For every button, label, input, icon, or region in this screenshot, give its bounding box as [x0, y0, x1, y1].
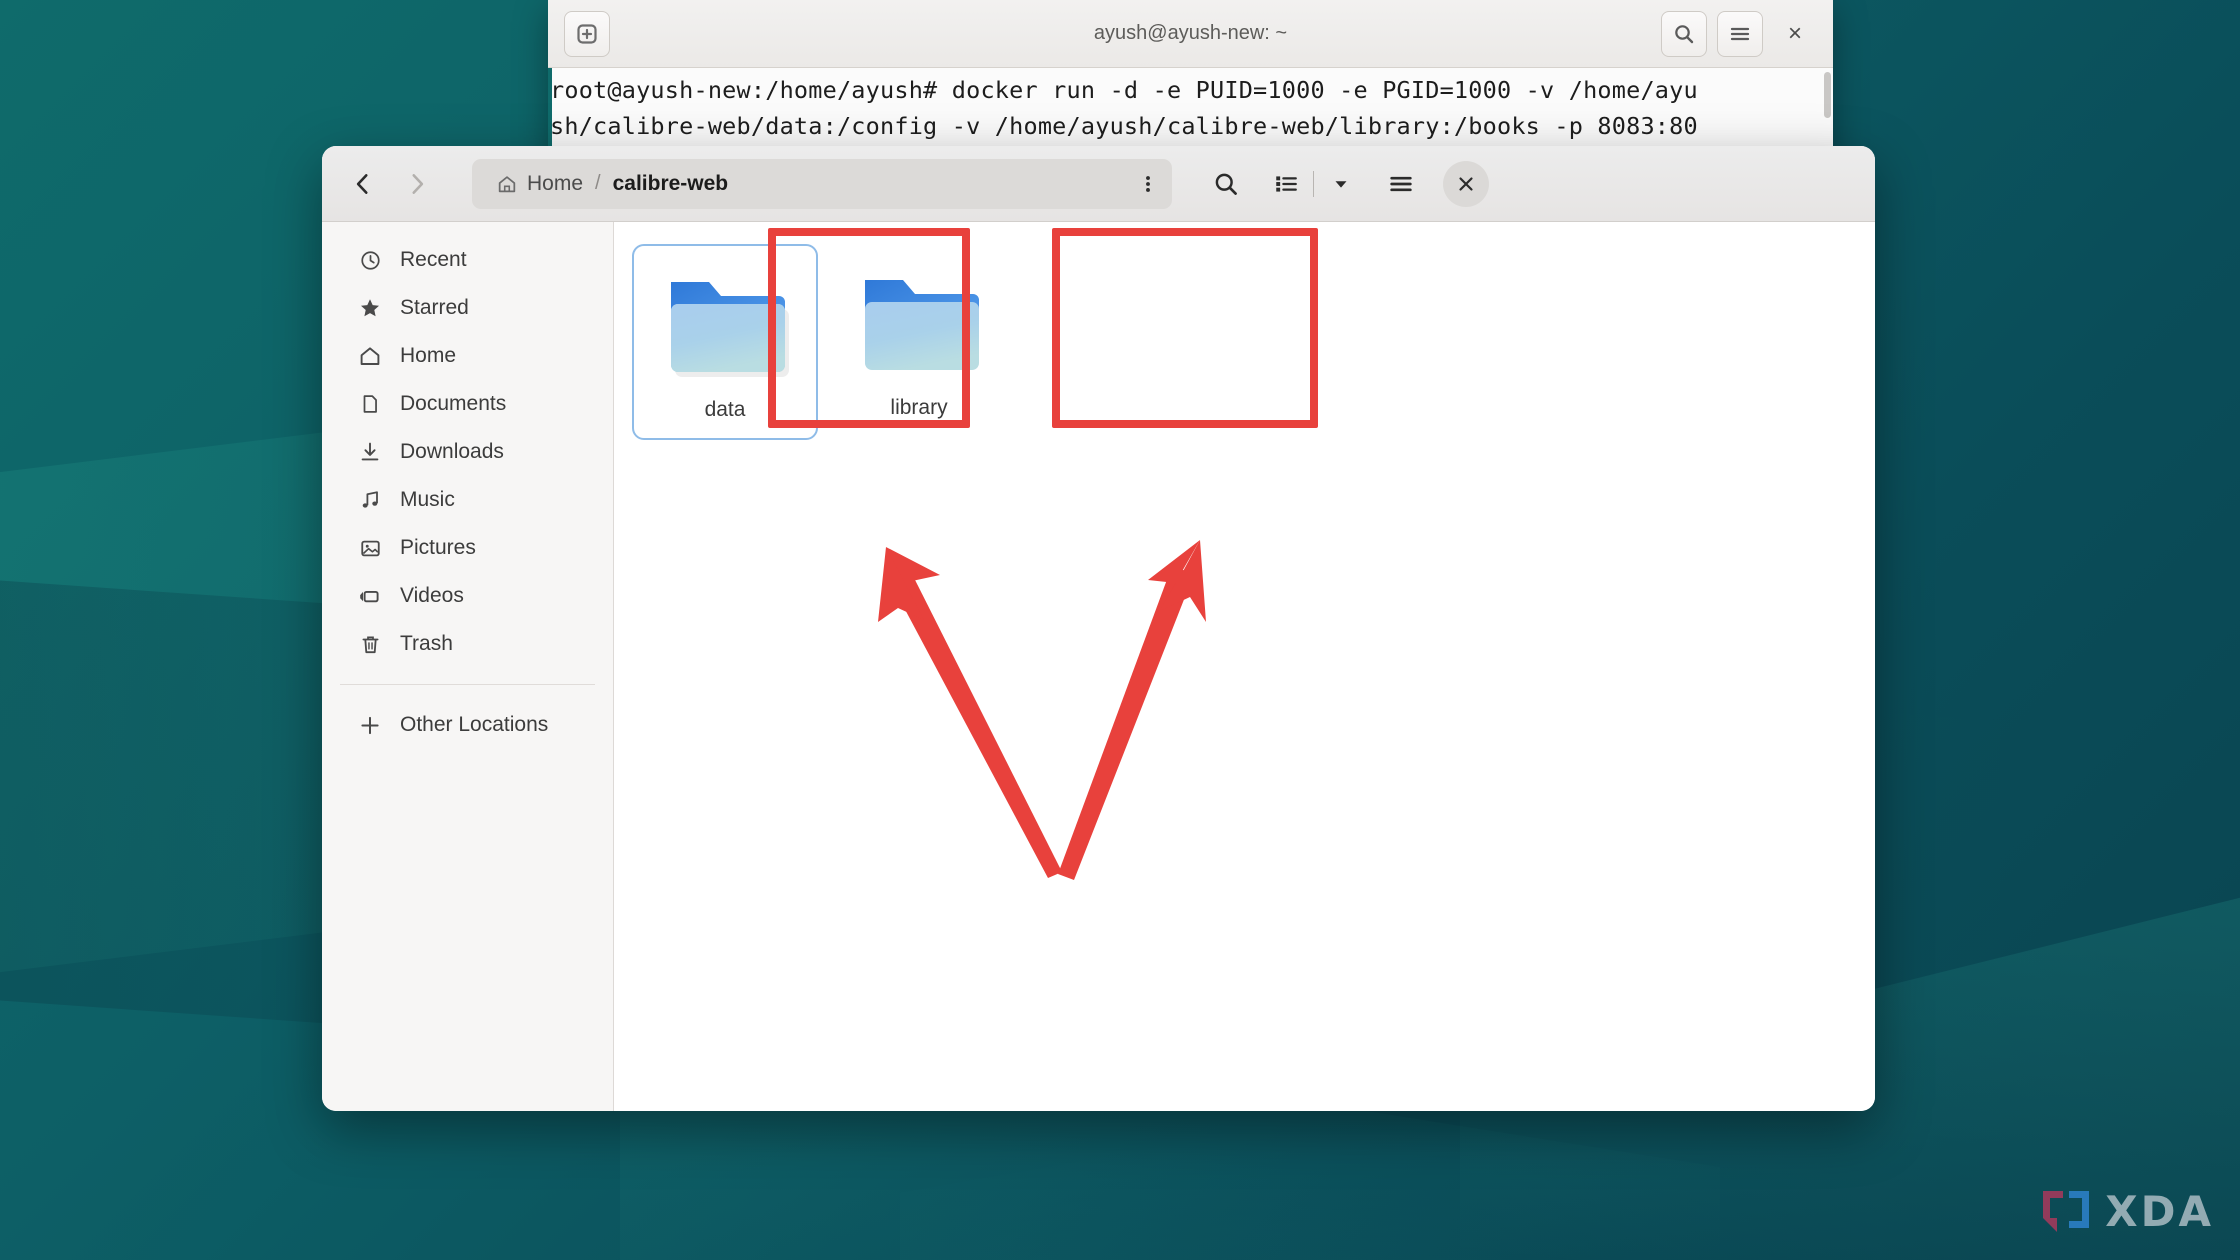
sidebar-item-home[interactable]: Home [332, 332, 603, 380]
search-icon [1215, 173, 1237, 195]
sidebar-item-label: Trash [400, 632, 453, 655]
close-window-button[interactable] [1443, 160, 1489, 207]
toolbar-divider [1313, 170, 1314, 197]
vertical-dots-icon [1146, 175, 1150, 192]
music-note-icon [358, 488, 382, 512]
sidebar-item-label: Music [400, 488, 455, 511]
file-list-pane[interactable]: data library [614, 222, 1875, 1111]
chevron-down-icon [1335, 180, 1347, 188]
new-tab-button[interactable] [564, 10, 610, 57]
breadcrumb-home-label: Home [527, 171, 584, 195]
sidebar-item-label: Documents [400, 392, 507, 415]
sidebar: Recent Starred Home Documents Downloads … [322, 222, 614, 1111]
back-button[interactable] [340, 161, 386, 207]
terminal-line: root@ayush-new:/home/ayush# docker run -… [550, 76, 1698, 104]
plus-in-square-icon [577, 23, 597, 44]
forward-button[interactable] [394, 161, 440, 207]
home-icon [498, 175, 516, 192]
terminal-titlebar[interactable]: ayush@ayush-new: ~ × [548, 0, 1833, 68]
xda-watermark: XDA [2039, 1187, 2214, 1236]
close-icon [1459, 176, 1473, 191]
sidebar-item-music[interactable]: Music [332, 476, 603, 524]
terminal-line: sh/calibre-web/data:/config -v /home/ayu… [550, 112, 1698, 140]
terminal-close-button[interactable]: × [1773, 12, 1817, 56]
star-icon [358, 296, 382, 320]
trash-icon [358, 632, 382, 656]
main-menu-button[interactable] [1377, 160, 1425, 208]
breadcrumb[interactable]: Home / calibre-web [472, 158, 1172, 209]
file-manager-headerbar: Home / calibre-web [322, 146, 1875, 222]
sidebar-item-label: Videos [400, 584, 464, 607]
hamburger-menu-icon [1730, 27, 1750, 40]
pathbar-menu-button[interactable] [1128, 164, 1168, 204]
download-icon [358, 440, 382, 464]
breadcrumb-item-current[interactable]: calibre-web [605, 168, 737, 200]
view-options-dropdown[interactable] [1317, 160, 1365, 208]
chevron-left-icon [356, 173, 368, 194]
sidebar-item-label: Other Locations [400, 713, 549, 736]
sidebar-item-label: Home [400, 344, 457, 367]
sidebar-item-pictures[interactable]: Pictures [332, 524, 603, 572]
sidebar-item-label: Recent [400, 248, 467, 271]
terminal-window[interactable]: ayush@ayush-new: ~ × root@ayush-new:/hom… [548, 0, 1833, 160]
chevron-right-icon [412, 173, 424, 194]
home-icon [358, 344, 382, 368]
list-view-icon [1276, 175, 1297, 192]
video-camera-icon [358, 584, 382, 608]
breadcrumb-item-home[interactable]: Home [488, 168, 591, 200]
wallpaper-facet [900, 1087, 1500, 1260]
file-item-label: library [890, 396, 948, 419]
image-icon [358, 536, 382, 560]
sidebar-item-other-locations[interactable]: Other Locations [332, 701, 603, 749]
sidebar-item-label: Downloads [400, 440, 504, 463]
breadcrumb-separator: / [595, 172, 601, 194]
folder-icon [865, 280, 979, 370]
sidebar-item-documents[interactable]: Documents [332, 380, 603, 428]
xda-wordmark: XDA [2105, 1187, 2214, 1236]
file-item-library[interactable]: library [826, 244, 1012, 440]
sidebar-item-recent[interactable]: Recent [332, 236, 603, 284]
sidebar-item-videos[interactable]: Videos [332, 572, 603, 620]
sidebar-item-starred[interactable]: Starred [332, 284, 603, 332]
sidebar-item-label: Starred [400, 296, 469, 319]
terminal-title: ayush@ayush-new: ~ [1093, 22, 1288, 44]
sidebar-item-trash[interactable]: Trash [332, 620, 603, 668]
file-manager-window[interactable]: Home / calibre-web Recent Starred Home D… [322, 146, 1875, 1111]
icon-grid: data library [632, 244, 1875, 440]
search-icon [1675, 24, 1694, 43]
folder-icon [671, 282, 789, 377]
sidebar-item-downloads[interactable]: Downloads [332, 428, 603, 476]
hamburger-menu-icon [1390, 176, 1412, 191]
file-item-label: data [704, 398, 746, 421]
xda-bracket-logo-icon [2043, 1190, 2090, 1232]
document-icon [358, 392, 382, 416]
clock-icon [358, 248, 382, 272]
search-button[interactable] [1202, 160, 1250, 208]
sidebar-item-label: Pictures [400, 536, 476, 559]
desktop: ayush@ayush-new: ~ × root@ayush-new:/hom… [0, 0, 2240, 1260]
view-mode-list-button[interactable] [1262, 160, 1310, 208]
sidebar-divider [340, 684, 595, 685]
breadcrumb-current-label: calibre-web [612, 171, 729, 195]
terminal-menu-button[interactable] [1717, 10, 1763, 57]
plus-icon [358, 713, 382, 737]
terminal-search-button[interactable] [1661, 10, 1707, 57]
file-item-data[interactable]: data [632, 244, 818, 440]
terminal-scrollbar[interactable] [1824, 72, 1831, 118]
